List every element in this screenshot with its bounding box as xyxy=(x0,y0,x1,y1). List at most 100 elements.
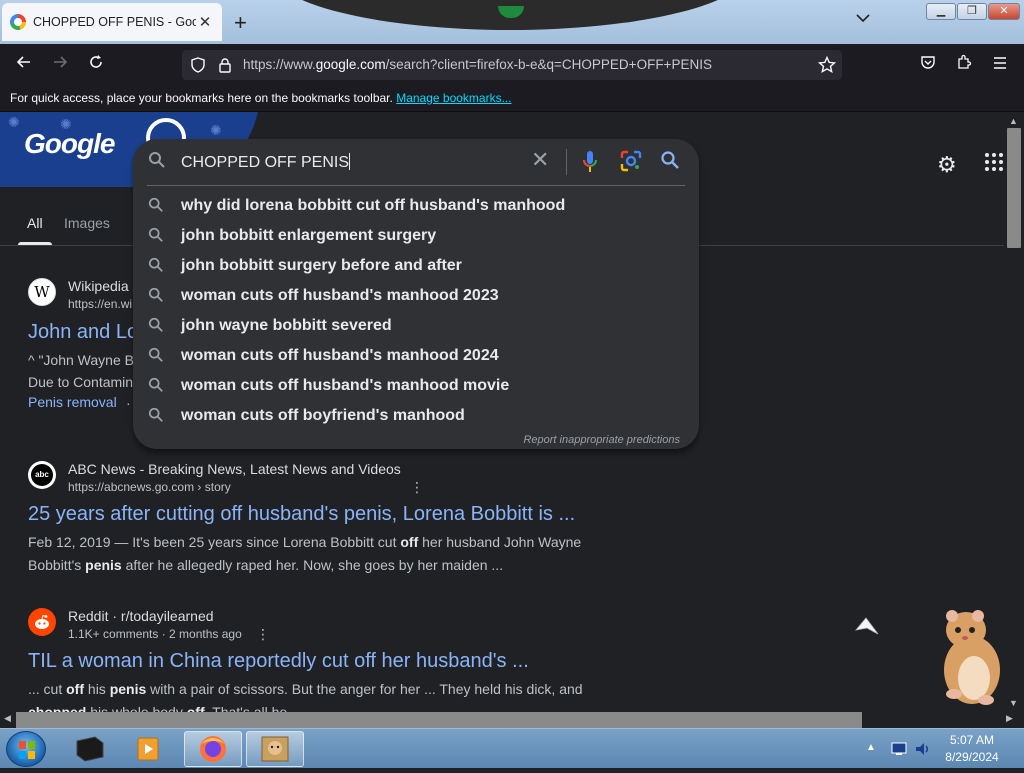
vertical-scrollbar-thumb[interactable] xyxy=(1007,128,1021,248)
google-lens-camera-icon[interactable] xyxy=(620,150,642,177)
horizontal-scrollbar-thumb[interactable] xyxy=(16,712,862,728)
google-favicon-icon xyxy=(10,14,26,30)
result-title-link[interactable]: 25 years after cutting off husband's pen… xyxy=(28,503,575,526)
search-submit-icon[interactable] xyxy=(660,150,680,175)
tray-show-hidden-icons-chevron[interactable]: ▲ xyxy=(866,742,876,753)
result-snippet: chopped his whole body off. That's all h… xyxy=(28,704,288,712)
bookmarks-hint: For quick access, place your bookmarks h… xyxy=(10,91,393,105)
suggestion-item[interactable]: why did lorena bobbitt cut off husband's… xyxy=(133,191,699,221)
tray-volume-icon[interactable] xyxy=(914,741,932,762)
result-sublink[interactable]: Penis removal xyxy=(28,394,117,410)
close-tab-icon[interactable]: ✕ xyxy=(196,13,214,31)
tracking-protection-shield-icon[interactable] xyxy=(190,57,206,78)
settings-gear-icon[interactable]: ⚙ xyxy=(937,152,957,178)
new-tab-button[interactable]: + xyxy=(234,10,247,36)
navigation-toolbar: https://www.google.com/search?client=fir… xyxy=(0,44,1024,86)
extensions-puzzle-icon[interactable] xyxy=(952,54,976,76)
bookmarks-toolbar: For quick access, place your bookmarks h… xyxy=(0,86,1024,112)
tab-title: CHOPPED OFF PENIS - Google xyxy=(33,15,196,29)
wallpaper-decoration xyxy=(270,0,750,30)
result-meta: 1.1K+ comments · 2 months ago xyxy=(68,627,242,641)
suggestion-text: woman cuts off boyfriend's manhood xyxy=(181,407,465,424)
taskbar-firefox-icon[interactable] xyxy=(184,731,242,767)
google-logo-text: Google xyxy=(24,128,115,159)
suggestion-text: why did lorena bobbitt cut off husband's… xyxy=(181,197,566,214)
vertical-scrollbar[interactable]: ▲ ▼ xyxy=(1004,112,1024,712)
list-all-tabs-chevron-icon[interactable] xyxy=(856,10,870,28)
lock-icon[interactable] xyxy=(218,57,232,78)
windows-taskbar: ▲ 5:07 AM 8/29/2024 xyxy=(0,728,1024,768)
suggestion-item[interactable]: woman cuts off husband's manhood 2023 xyxy=(133,281,699,311)
back-arrow-icon[interactable] xyxy=(12,54,36,76)
result-more-options-icon[interactable]: ⋮ xyxy=(256,626,270,643)
search-icon xyxy=(148,407,164,428)
window-titlebar: CHOPPED OFF PENIS - Google ✕ + ▁ ❐ ✕ xyxy=(0,0,1024,44)
taskbar-terminal-icon[interactable] xyxy=(60,731,118,767)
voice-search-mic-icon[interactable] xyxy=(582,150,598,179)
search-icon xyxy=(148,287,164,308)
taskbar-hamster-box-icon[interactable] xyxy=(246,731,304,767)
search-actions-divider xyxy=(566,149,567,175)
search-query-text[interactable]: CHOPPED OFF PENIS xyxy=(181,153,351,172)
suggestion-text: john wayne bobbitt severed xyxy=(181,317,392,334)
hamburger-menu-icon[interactable] xyxy=(988,54,1012,76)
paper-airplane-desktop-pet xyxy=(854,616,880,641)
clock-date[interactable]: 8/29/2024 xyxy=(944,750,1000,764)
bookmark-star-icon[interactable] xyxy=(817,55,837,79)
url-text[interactable]: https://www.google.com/search?client=fir… xyxy=(243,57,712,72)
tab-images[interactable]: Images xyxy=(64,215,110,231)
suggestion-text: john bobbitt surgery before and after xyxy=(181,257,462,274)
address-bar[interactable]: https://www.google.com/search?client=fir… xyxy=(182,50,842,80)
browser-tab-active[interactable]: CHOPPED OFF PENIS - Google ✕ xyxy=(2,3,222,41)
horizontal-scrollbar[interactable]: ◀ ▶ xyxy=(0,712,1024,728)
hamster-desktop-pet[interactable] xyxy=(936,608,1004,708)
result-snippet: Feb 12, 2019 — It's been 25 years since … xyxy=(28,534,582,550)
result-site-name[interactable]: Reddit · r/todayilearned xyxy=(68,608,214,624)
google-apps-grid-icon[interactable] xyxy=(985,153,1003,171)
result-title-link[interactable]: John and Lo xyxy=(28,321,138,344)
search-icon xyxy=(148,151,166,174)
reload-icon[interactable] xyxy=(84,54,108,76)
result-snippet: Due to Contamin xyxy=(28,374,134,390)
suggestion-item[interactable]: woman cuts off boyfriend's manhood xyxy=(133,401,699,431)
tray-network-icon[interactable] xyxy=(890,741,908,762)
suggestion-item[interactable]: john wayne bobbitt severed xyxy=(133,311,699,341)
google-results-page: ✺ ✺ ✺ Google ⚙ All Images W Wikipedia ht… xyxy=(0,112,1024,712)
doodle-firework-decoration: ✺ xyxy=(210,122,222,138)
suggestion-item[interactable]: john bobbitt enlargement surgery xyxy=(133,221,699,251)
minimize-button[interactable]: ▁ xyxy=(926,3,956,20)
result-site-name[interactable]: ABC News - Breaking News, Latest News an… xyxy=(68,461,401,477)
scroll-right-arrow-icon[interactable]: ▶ xyxy=(1006,713,1013,724)
wikipedia-favicon-icon: W xyxy=(28,278,56,306)
doodle-firework-decoration: ✺ xyxy=(8,114,20,130)
search-icon xyxy=(148,197,164,218)
suggestion-text: woman cuts off husband's manhood 2024 xyxy=(181,347,499,364)
manage-bookmarks-link[interactable]: Manage bookmarks... xyxy=(396,91,511,105)
forward-arrow-icon[interactable] xyxy=(48,54,72,76)
tab-all[interactable]: All xyxy=(27,215,43,231)
scroll-left-arrow-icon[interactable]: ◀ xyxy=(4,713,11,724)
result-title-link[interactable]: TIL a woman in China reportedly cut off … xyxy=(28,650,529,673)
maximize-button[interactable]: ❐ xyxy=(957,3,987,20)
result-snippet: Bobbitt's penis after he allegedly raped… xyxy=(28,557,504,573)
wallpaper-decoration-dot xyxy=(498,6,524,18)
result-more-options-icon[interactable]: ⋮ xyxy=(410,479,424,496)
taskbar-media-player-icon[interactable] xyxy=(120,731,178,767)
close-window-button[interactable]: ✕ xyxy=(988,3,1020,20)
scroll-down-arrow-icon[interactable]: ▼ xyxy=(1009,698,1018,708)
suggestion-item[interactable]: john bobbitt surgery before and after xyxy=(133,251,699,281)
result-url[interactable]: https://en.wi xyxy=(68,297,132,311)
result-snippet: ... cut off his penis with a pair of sci… xyxy=(28,681,583,697)
result-url[interactable]: https://abcnews.go.com › story xyxy=(68,480,231,494)
clear-search-icon[interactable]: ✕ xyxy=(531,149,549,171)
search-input[interactable]: CHOPPED OFF PENIS ✕ xyxy=(133,139,699,185)
scroll-up-arrow-icon[interactable]: ▲ xyxy=(1009,116,1018,126)
pocket-icon[interactable] xyxy=(916,54,940,76)
report-predictions-link[interactable]: Report inappropriate predictions xyxy=(523,434,680,446)
clock-time[interactable]: 5:07 AM xyxy=(944,733,1000,747)
suggestion-item[interactable]: woman cuts off husband's manhood 2024 xyxy=(133,341,699,371)
suggestion-item[interactable]: woman cuts off husband's manhood movie xyxy=(133,371,699,401)
search-icon xyxy=(148,347,164,368)
start-button-windows-logo-icon[interactable] xyxy=(6,731,46,767)
result-site-name[interactable]: Wikipedia xyxy=(68,278,129,294)
